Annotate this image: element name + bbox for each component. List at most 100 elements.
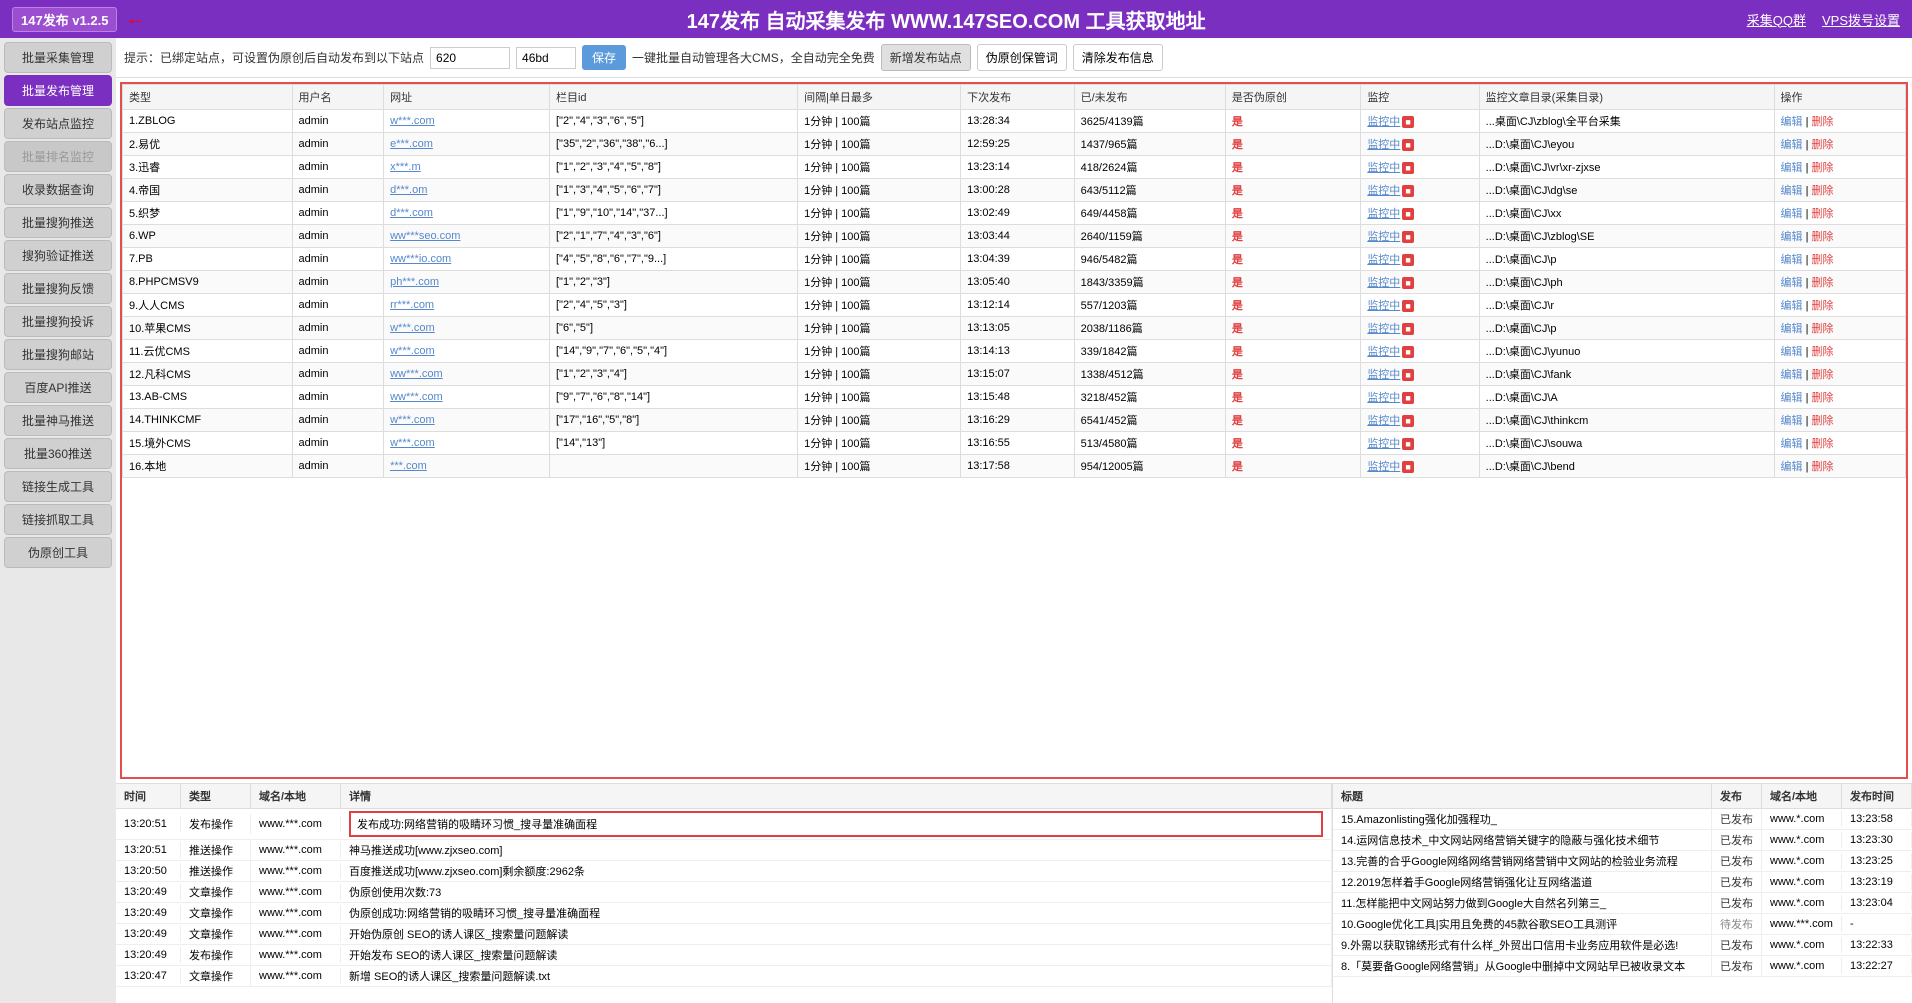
- ops-cell[interactable]: 编辑 | 删除: [1774, 156, 1905, 179]
- monitor-cell[interactable]: 监控中■: [1361, 202, 1479, 225]
- edit-link[interactable]: 编辑: [1781, 139, 1803, 151]
- edit-link[interactable]: 编辑: [1781, 438, 1803, 450]
- del-link[interactable]: 删除: [1812, 346, 1834, 358]
- del-link[interactable]: 删除: [1812, 231, 1834, 243]
- monitor-cell[interactable]: 监控中■: [1361, 294, 1479, 317]
- sidebar-btn-批量排名监控: 批量排名监控: [4, 141, 112, 172]
- edit-link[interactable]: 编辑: [1781, 162, 1803, 174]
- ops-cell[interactable]: 编辑 | 删除: [1774, 455, 1905, 478]
- del-link[interactable]: 删除: [1812, 392, 1834, 404]
- monitor-cell[interactable]: 监控中■: [1361, 248, 1479, 271]
- ops-cell[interactable]: 编辑 | 删除: [1774, 225, 1905, 248]
- pseudo-keyword-button[interactable]: 伪原创保管词: [977, 44, 1067, 71]
- monitor-cell[interactable]: 监控中■: [1361, 386, 1479, 409]
- monitor-cell[interactable]: 监控中■: [1361, 432, 1479, 455]
- sidebar-btn-链接生成工具[interactable]: 链接生成工具: [4, 471, 112, 502]
- del-link[interactable]: 删除: [1812, 415, 1834, 427]
- monitor-cell[interactable]: 监控中■: [1361, 225, 1479, 248]
- dir-cell: ...D:\桌面\CJ\xx: [1479, 202, 1774, 225]
- edit-link[interactable]: 编辑: [1781, 185, 1803, 197]
- edit-link[interactable]: 编辑: [1781, 254, 1803, 266]
- sidebar-btn-批量搜狗推送[interactable]: 批量搜狗推送: [4, 207, 112, 238]
- del-link[interactable]: 删除: [1812, 461, 1834, 473]
- table-cell: 649/4458篇: [1074, 202, 1225, 225]
- right-row: 10.Google优化工具|实用且免费的45款谷歌SEO工具测评待发布www.*…: [1333, 914, 1912, 935]
- monitor-cell[interactable]: 监控中■: [1361, 133, 1479, 156]
- sidebar-btn-批量360推送[interactable]: 批量360推送: [4, 438, 112, 469]
- ops-cell[interactable]: 编辑 | 删除: [1774, 202, 1905, 225]
- monitor-cell[interactable]: 监控中■: [1361, 156, 1479, 179]
- edit-link[interactable]: 编辑: [1781, 277, 1803, 289]
- monitor-cell[interactable]: 监控中■: [1361, 179, 1479, 202]
- sidebar-btn-发布站点监控[interactable]: 发布站点监控: [4, 108, 112, 139]
- sidebar-btn-批量神马推送[interactable]: 批量神马推送: [4, 405, 112, 436]
- ops-cell[interactable]: 编辑 | 删除: [1774, 386, 1905, 409]
- dir-cell: ...D:\桌面\CJ\zblog\SE: [1479, 225, 1774, 248]
- table-cell: admin: [292, 156, 384, 179]
- del-link[interactable]: 删除: [1812, 369, 1834, 381]
- edit-link[interactable]: 编辑: [1781, 415, 1803, 427]
- ops-cell[interactable]: 编辑 | 删除: [1774, 179, 1905, 202]
- token-suffix-input[interactable]: [516, 47, 576, 69]
- del-link[interactable]: 删除: [1812, 254, 1834, 266]
- del-link[interactable]: 删除: [1812, 277, 1834, 289]
- table-row: 13.AB-CMSadminww***.com["9","7","6","8",…: [123, 386, 1906, 409]
- sidebar-btn-批量发布管理[interactable]: 批量发布管理: [4, 75, 112, 106]
- ops-cell[interactable]: 编辑 | 删除: [1774, 294, 1905, 317]
- ops-cell[interactable]: 编辑 | 删除: [1774, 340, 1905, 363]
- logo: 147发布 v1.2.5: [12, 7, 117, 32]
- qq-group-link[interactable]: 采集QQ群: [1747, 10, 1806, 29]
- log-detail: 百度推送成功[www.zjxseo.com]剩余额度:2962条: [341, 861, 1332, 881]
- del-link[interactable]: 删除: [1812, 208, 1834, 220]
- edit-link[interactable]: 编辑: [1781, 369, 1803, 381]
- monitor-cell[interactable]: 监控中■: [1361, 409, 1479, 432]
- ops-cell[interactable]: 编辑 | 删除: [1774, 271, 1905, 294]
- sidebar-btn-批量搜狗邮站[interactable]: 批量搜狗邮站: [4, 339, 112, 370]
- del-link[interactable]: 删除: [1812, 323, 1834, 335]
- sidebar-btn-批量搜狗投诉[interactable]: 批量搜狗投诉: [4, 306, 112, 337]
- table-cell: 13:13:05: [961, 317, 1075, 340]
- del-link[interactable]: 删除: [1812, 162, 1834, 174]
- sidebar-btn-伪原创工具[interactable]: 伪原创工具: [4, 537, 112, 568]
- sidebar-btn-批量搜狗反馈[interactable]: 批量搜狗反馈: [4, 273, 112, 304]
- edit-link[interactable]: 编辑: [1781, 231, 1803, 243]
- ops-cell[interactable]: 编辑 | 删除: [1774, 409, 1905, 432]
- table-cell: d***.om: [384, 179, 550, 202]
- right-domain: www.*.com: [1762, 958, 1842, 974]
- edit-link[interactable]: 编辑: [1781, 208, 1803, 220]
- ops-cell[interactable]: 编辑 | 删除: [1774, 133, 1905, 156]
- del-link[interactable]: 删除: [1812, 300, 1834, 312]
- edit-link[interactable]: 编辑: [1781, 300, 1803, 312]
- edit-link[interactable]: 编辑: [1781, 461, 1803, 473]
- monitor-cell[interactable]: 监控中■: [1361, 363, 1479, 386]
- table-cell: x***.m: [384, 156, 550, 179]
- new-site-button[interactable]: 新增发布站点: [881, 44, 971, 71]
- sidebar-btn-搜狗验证推送[interactable]: 搜狗验证推送: [4, 240, 112, 271]
- sidebar-btn-百度API推送[interactable]: 百度API推送: [4, 372, 112, 403]
- monitor-cell[interactable]: 监控中■: [1361, 455, 1479, 478]
- del-link[interactable]: 删除: [1812, 139, 1834, 151]
- edit-link[interactable]: 编辑: [1781, 323, 1803, 335]
- edit-link[interactable]: 编辑: [1781, 392, 1803, 404]
- sidebar-btn-链接抓取工具[interactable]: 链接抓取工具: [4, 504, 112, 535]
- ops-cell[interactable]: 编辑 | 删除: [1774, 248, 1905, 271]
- del-link[interactable]: 删除: [1812, 438, 1834, 450]
- sidebar-btn-收录数据查询[interactable]: 收录数据查询: [4, 174, 112, 205]
- del-link[interactable]: 删除: [1812, 116, 1834, 128]
- save-button[interactable]: 保存: [582, 45, 626, 70]
- vps-settings-link[interactable]: VPS拨号设置: [1822, 10, 1900, 29]
- ops-cell[interactable]: 编辑 | 删除: [1774, 110, 1905, 133]
- monitor-cell[interactable]: 监控中■: [1361, 110, 1479, 133]
- ops-cell[interactable]: 编辑 | 删除: [1774, 432, 1905, 455]
- monitor-cell[interactable]: 监控中■: [1361, 271, 1479, 294]
- edit-link[interactable]: 编辑: [1781, 346, 1803, 358]
- ops-cell[interactable]: 编辑 | 删除: [1774, 363, 1905, 386]
- clear-info-button[interactable]: 清除发布信息: [1073, 44, 1163, 71]
- token-input[interactable]: [430, 47, 510, 69]
- ops-cell[interactable]: 编辑 | 删除: [1774, 317, 1905, 340]
- del-link[interactable]: 删除: [1812, 185, 1834, 197]
- monitor-cell[interactable]: 监控中■: [1361, 317, 1479, 340]
- monitor-cell[interactable]: 监控中■: [1361, 340, 1479, 363]
- sidebar-btn-批量采集管理[interactable]: 批量采集管理: [4, 42, 112, 73]
- edit-link[interactable]: 编辑: [1781, 116, 1803, 128]
